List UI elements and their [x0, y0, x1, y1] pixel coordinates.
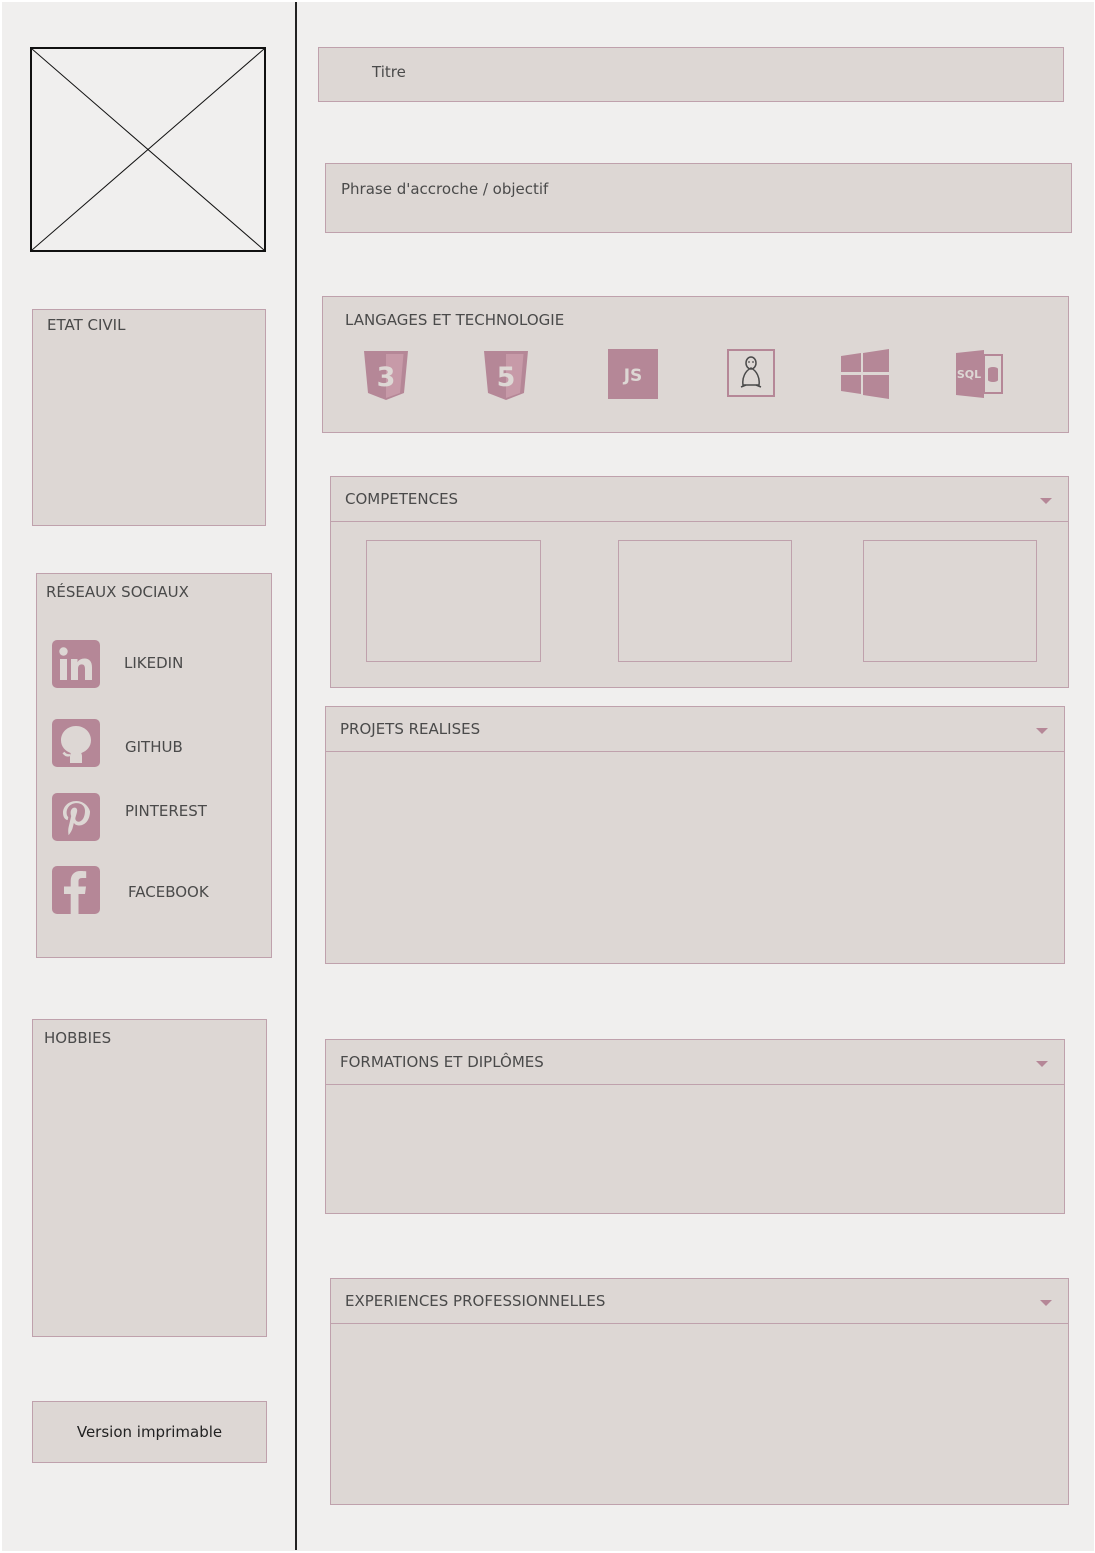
print-version-button[interactable]: Version imprimable	[32, 1401, 267, 1463]
github-icon[interactable]	[52, 719, 100, 767]
sql-database-icon: SQL	[954, 349, 1004, 399]
image-placeholder-icon	[32, 49, 264, 250]
chevron-down-icon[interactable]	[1036, 728, 1048, 734]
chevron-down-icon[interactable]	[1036, 1061, 1048, 1067]
civil-status-panel: ETAT CIVIL	[32, 309, 266, 526]
column-divider	[295, 2, 297, 1550]
social-networks-panel: RÉSEAUX SOCIAUX LIKEDIN GITHUB PINTEREST…	[36, 573, 272, 958]
skills-accordion: COMPETENCES	[330, 476, 1069, 688]
experience-label: EXPERIENCES PROFESSIONNELLES	[345, 1292, 606, 1310]
facebook-icon[interactable]	[52, 866, 100, 914]
print-version-label: Version imprimable	[76, 1423, 223, 1441]
projects-accordion-header[interactable]: PROJETS REALISES	[326, 707, 1064, 752]
social-networks-label: RÉSEAUX SOCIAUX	[46, 583, 189, 601]
page-title: Titre	[372, 63, 406, 81]
social-linkedin-link[interactable]: LIKEDIN	[124, 654, 183, 672]
skill-card	[618, 540, 792, 662]
education-accordion-header[interactable]: FORMATIONS ET DIPLÔMES	[326, 1040, 1064, 1085]
pinterest-icon[interactable]	[52, 793, 100, 841]
linkedin-icon[interactable]	[52, 640, 100, 688]
skill-card	[863, 540, 1037, 662]
projects-accordion: PROJETS REALISES	[325, 706, 1065, 964]
experience-accordion: EXPERIENCES PROFESSIONNELLES	[330, 1278, 1069, 1505]
windows-icon	[840, 349, 890, 399]
social-facebook-link[interactable]: FACEBOOK	[128, 883, 209, 901]
civil-status-label: ETAT CIVIL	[47, 316, 126, 334]
projects-label: PROJETS REALISES	[340, 720, 481, 738]
svg-text:JS: JS	[623, 366, 643, 386]
tagline-field[interactable]: Phrase d'accroche / objectif	[325, 163, 1072, 233]
technologies-panel: LANGAGES ET TECHNOLOGIE 3 5 JS SQL	[322, 296, 1069, 433]
chevron-down-icon[interactable]	[1040, 1300, 1052, 1306]
technologies-label: LANGAGES ET TECHNOLOGIE	[345, 311, 565, 329]
education-label: FORMATIONS ET DIPLÔMES	[340, 1053, 544, 1071]
profile-photo-placeholder	[30, 47, 266, 252]
social-pinterest-link[interactable]: PINTEREST	[125, 802, 207, 820]
javascript-icon: JS	[608, 349, 658, 399]
title-field[interactable]: Titre	[318, 47, 1064, 102]
skill-card	[366, 540, 541, 662]
chevron-down-icon[interactable]	[1040, 498, 1052, 504]
skills-label: COMPETENCES	[345, 490, 459, 508]
skills-accordion-header[interactable]: COMPETENCES	[331, 477, 1068, 522]
social-github-link[interactable]: GITHUB	[125, 738, 183, 756]
svg-text:3: 3	[377, 362, 396, 393]
hobbies-panel: HOBBIES	[32, 1019, 267, 1337]
hobbies-label: HOBBIES	[44, 1029, 112, 1047]
tagline-text: Phrase d'accroche / objectif	[341, 180, 549, 198]
linux-icon	[727, 349, 775, 397]
css3-icon: 3	[361, 349, 411, 401]
svg-text:5: 5	[497, 362, 516, 393]
experience-accordion-header[interactable]: EXPERIENCES PROFESSIONNELLES	[331, 1279, 1068, 1324]
education-accordion: FORMATIONS ET DIPLÔMES	[325, 1039, 1065, 1214]
svg-text:SQL: SQL	[957, 368, 981, 381]
html5-icon: 5	[481, 349, 531, 401]
